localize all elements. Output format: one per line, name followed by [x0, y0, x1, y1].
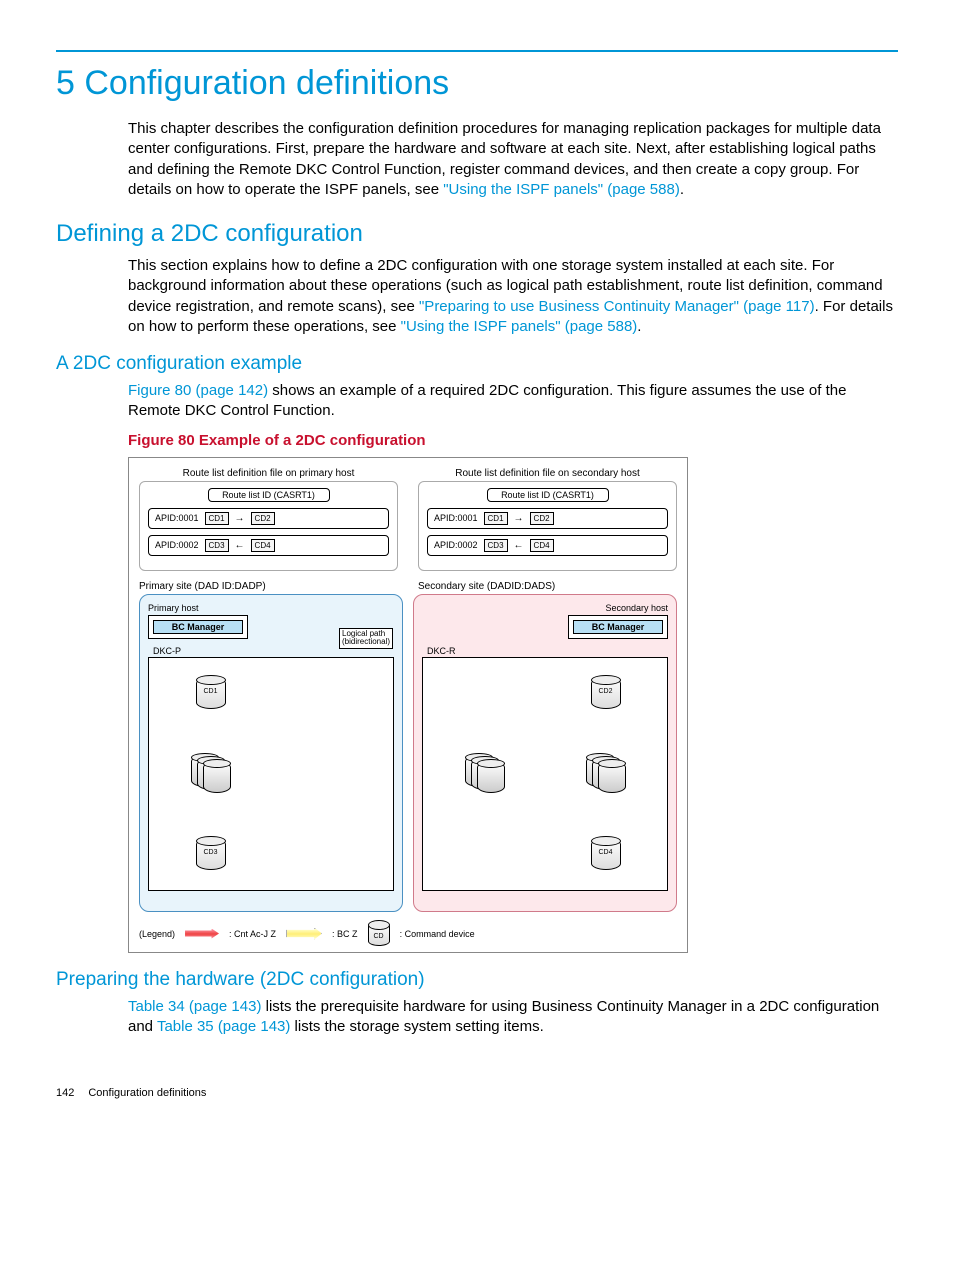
cd1-box: CD1: [484, 512, 508, 525]
arrow-icon: ←: [514, 540, 524, 551]
subsection-2dc-example: A 2DC configuration example: [56, 353, 898, 375]
link-preparing-bcm[interactable]: "Preparing to use Business Continuity Ma…: [419, 298, 815, 315]
bc-manager-secondary: BC Manager: [573, 620, 663, 634]
footer-title: Configuration definitions: [88, 1087, 206, 1099]
cd3-box: CD3: [484, 539, 508, 552]
cd3-box: CD3: [205, 539, 229, 552]
cd4-box: CD4: [251, 539, 275, 552]
top-rule: [56, 50, 898, 52]
dkc-r-label: DKC-R: [427, 646, 456, 656]
route-file-primary: Route list definition file on primary ho…: [139, 468, 398, 571]
legend-yellow-arrow-icon: [286, 928, 322, 940]
link-table-34[interactable]: Table 34 (page 143): [128, 998, 261, 1015]
link-figure-80[interactable]: Figure 80 (page 142): [128, 382, 268, 399]
cd2-cylinder: CD2: [591, 677, 621, 709]
legend-red-arrow-icon: [185, 929, 219, 939]
apid-row-1-primary: APID:0001 CD1 → CD2: [148, 508, 389, 529]
logical-path-label: Logical path(bidirectional): [339, 628, 393, 650]
legend-cd-cylinder: CD: [368, 922, 390, 946]
legend-cd-text: : Command device: [400, 929, 475, 939]
route-file-primary-label: Route list definition file on primary ho…: [139, 468, 398, 479]
chapter-intro: This chapter describes the configuration…: [128, 119, 898, 200]
bc-manager-primary: BC Manager: [153, 620, 243, 634]
apid-row-2-secondary: APID:0002 CD3 ← CD4: [427, 535, 668, 556]
secondary-host-box: BC Manager: [568, 615, 668, 639]
dkc-r-box: DKC-R CD2 CD4: [422, 657, 668, 891]
apid-0002-label: APID:0002: [155, 540, 199, 550]
link-ispf-panels-2[interactable]: "Using the ISPF panels" (page 588): [401, 318, 638, 335]
page-footer: 142 Configuration definitions: [56, 1087, 898, 1099]
legend-red-text: : Cnt Ac-J Z: [229, 929, 276, 939]
primary-host-label: Primary host: [148, 603, 394, 613]
cd2-box: CD2: [530, 512, 554, 525]
link-ispf-panels[interactable]: "Using the ISPF panels" (page 588): [443, 181, 680, 198]
arrow-icon: →: [235, 513, 245, 524]
secondary-site-label: Secondary site (DADID:DADS): [418, 581, 677, 592]
route-id-secondary: Route list ID (CASRT1): [487, 488, 609, 502]
arrow-icon: ←: [235, 540, 245, 551]
apid-row-1-secondary: APID:0001 CD1 → CD2: [427, 508, 668, 529]
dkc-p-box: DKC-P CD1 CD3: [148, 657, 394, 891]
page-number: 142: [56, 1087, 74, 1099]
link-table-35[interactable]: Table 35 (page 143): [157, 1018, 290, 1035]
cd4-cylinder: CD4: [591, 838, 621, 870]
legend-yellow-text: : BC Z: [332, 929, 358, 939]
volume-stack-primary: [191, 755, 231, 791]
volume-stack-secondary-2: [586, 755, 626, 791]
intro-end: .: [680, 181, 684, 198]
primary-host-box: BC Manager: [148, 615, 248, 639]
apid-0001-label: APID:0001: [434, 513, 478, 523]
secondary-site-box: Secondary host BC Manager DKC-R CD2 CD4: [413, 594, 677, 912]
route-file-secondary-label: Route list definition file on secondary …: [418, 468, 677, 479]
sub2-end: lists the storage system setting items.: [290, 1018, 543, 1035]
route-file-secondary: Route list definition file on secondary …: [418, 468, 677, 571]
primary-site-label: Primary site (DAD ID:DADP): [139, 581, 398, 592]
cd4-box: CD4: [530, 539, 554, 552]
apid-0001-label: APID:0001: [155, 513, 199, 523]
subsection-preparing-hardware: Preparing the hardware (2DC configuratio…: [56, 969, 898, 991]
route-id-primary: Route list ID (CASRT1): [208, 488, 330, 502]
cd1-box: CD1: [205, 512, 229, 525]
subsection1-paragraph: Figure 80 (page 142) shows an example of…: [128, 381, 898, 422]
legend: (Legend) : Cnt Ac-J Z : BC Z CD : Comman…: [139, 922, 677, 946]
cd2-box: CD2: [251, 512, 275, 525]
cd1-cylinder: CD1: [196, 677, 226, 709]
figure-80-diagram: Route list definition file on primary ho…: [128, 457, 688, 953]
apid-0002-label: APID:0002: [434, 540, 478, 550]
cd3-cylinder: CD3: [196, 838, 226, 870]
figure-caption: Figure 80 Example of a 2DC configuration: [128, 432, 898, 449]
legend-label: (Legend): [139, 929, 175, 939]
section-defining-2dc: Defining a 2DC configuration: [56, 220, 898, 248]
s1-text-c: .: [637, 318, 641, 335]
chapter-title: 5 Configuration definitions: [56, 64, 898, 103]
volume-stack-secondary-1: [465, 755, 505, 791]
secondary-host-label: Secondary host: [422, 603, 668, 613]
section1-paragraph: This section explains how to define a 2D…: [128, 256, 898, 337]
arrow-icon: →: [514, 513, 524, 524]
apid-row-2-primary: APID:0002 CD3 ← CD4: [148, 535, 389, 556]
subsection2-paragraph: Table 34 (page 143) lists the prerequisi…: [128, 997, 898, 1038]
dkc-p-label: DKC-P: [153, 646, 181, 656]
